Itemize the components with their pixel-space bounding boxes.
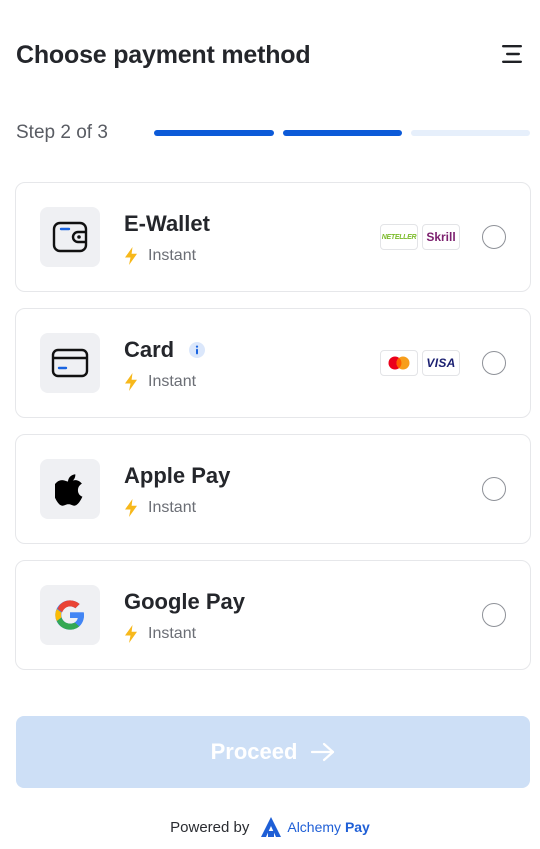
method-name: E-Wallet: [124, 211, 210, 236]
apple-icon: [40, 459, 100, 519]
payment-option-apple-pay[interactable]: Apple Pay Instant: [15, 434, 531, 544]
lightning-icon: [125, 625, 137, 643]
payment-option-card[interactable]: Card Instant VISA: [15, 308, 531, 418]
logo-text-pay: Pay: [344, 819, 370, 835]
alchemy-logo-icon: [261, 817, 282, 837]
payment-option-e-wallet[interactable]: E-Wallet Instant NETELLER Skrill: [15, 182, 531, 292]
progress-segment-3: [411, 130, 530, 136]
lightning-icon: [125, 247, 137, 265]
credit-card-icon: [40, 333, 100, 393]
lightning-icon: [125, 373, 137, 391]
method-speed: Instant: [124, 371, 196, 393]
neteller-logo: NETELLER: [380, 224, 418, 250]
proceed-button[interactable]: Proceed: [16, 716, 530, 788]
logo-text: Alchemy Pay: [287, 819, 370, 835]
proceed-label: Proceed: [210, 739, 298, 764]
payment-option-google-pay[interactable]: Google Pay Instant: [15, 560, 531, 670]
method-name: Google Pay: [124, 589, 246, 614]
step-label: Step 2 of 3: [16, 122, 108, 143]
footer: Powered by Alchemy Pay: [0, 812, 540, 842]
visa-logo: VISA: [422, 350, 460, 376]
mastercard-logo: [380, 350, 418, 376]
method-name: Card: [124, 337, 175, 362]
arrow-right-icon: [311, 742, 335, 762]
progress-segment-1: [154, 130, 274, 136]
method-speed: Instant: [124, 245, 196, 267]
powered-by-text: Powered by: [170, 818, 250, 836]
apple-pay-radio[interactable]: [482, 477, 506, 501]
e-wallet-radio[interactable]: [482, 225, 506, 249]
lightning-icon: [125, 499, 137, 517]
speed-label: Instant: [148, 499, 197, 516]
progress-bars: [154, 130, 530, 136]
speed-label: Instant: [148, 625, 197, 642]
google-icon: [40, 585, 100, 645]
logo-text-alchemy: Alchemy: [287, 819, 342, 835]
skrill-logo: Skrill: [422, 224, 460, 250]
method-speed: Instant: [124, 497, 196, 519]
method-speed: Instant: [124, 623, 196, 645]
alchemy-pay-logo: Alchemy Pay: [259, 816, 370, 838]
info-icon[interactable]: [189, 342, 205, 358]
page-title: Choose payment method: [16, 41, 311, 69]
step-progress: Step 2 of 3: [16, 118, 530, 148]
progress-segment-2: [283, 130, 402, 136]
google-pay-radio[interactable]: [482, 603, 506, 627]
method-name: Apple Pay: [124, 463, 231, 488]
page-header: Choose payment method: [16, 38, 524, 72]
speed-label: Instant: [148, 373, 197, 390]
menu-icon[interactable]: [500, 42, 524, 66]
speed-label: Instant: [148, 247, 197, 264]
card-radio[interactable]: [482, 351, 506, 375]
wallet-icon: [40, 207, 100, 267]
